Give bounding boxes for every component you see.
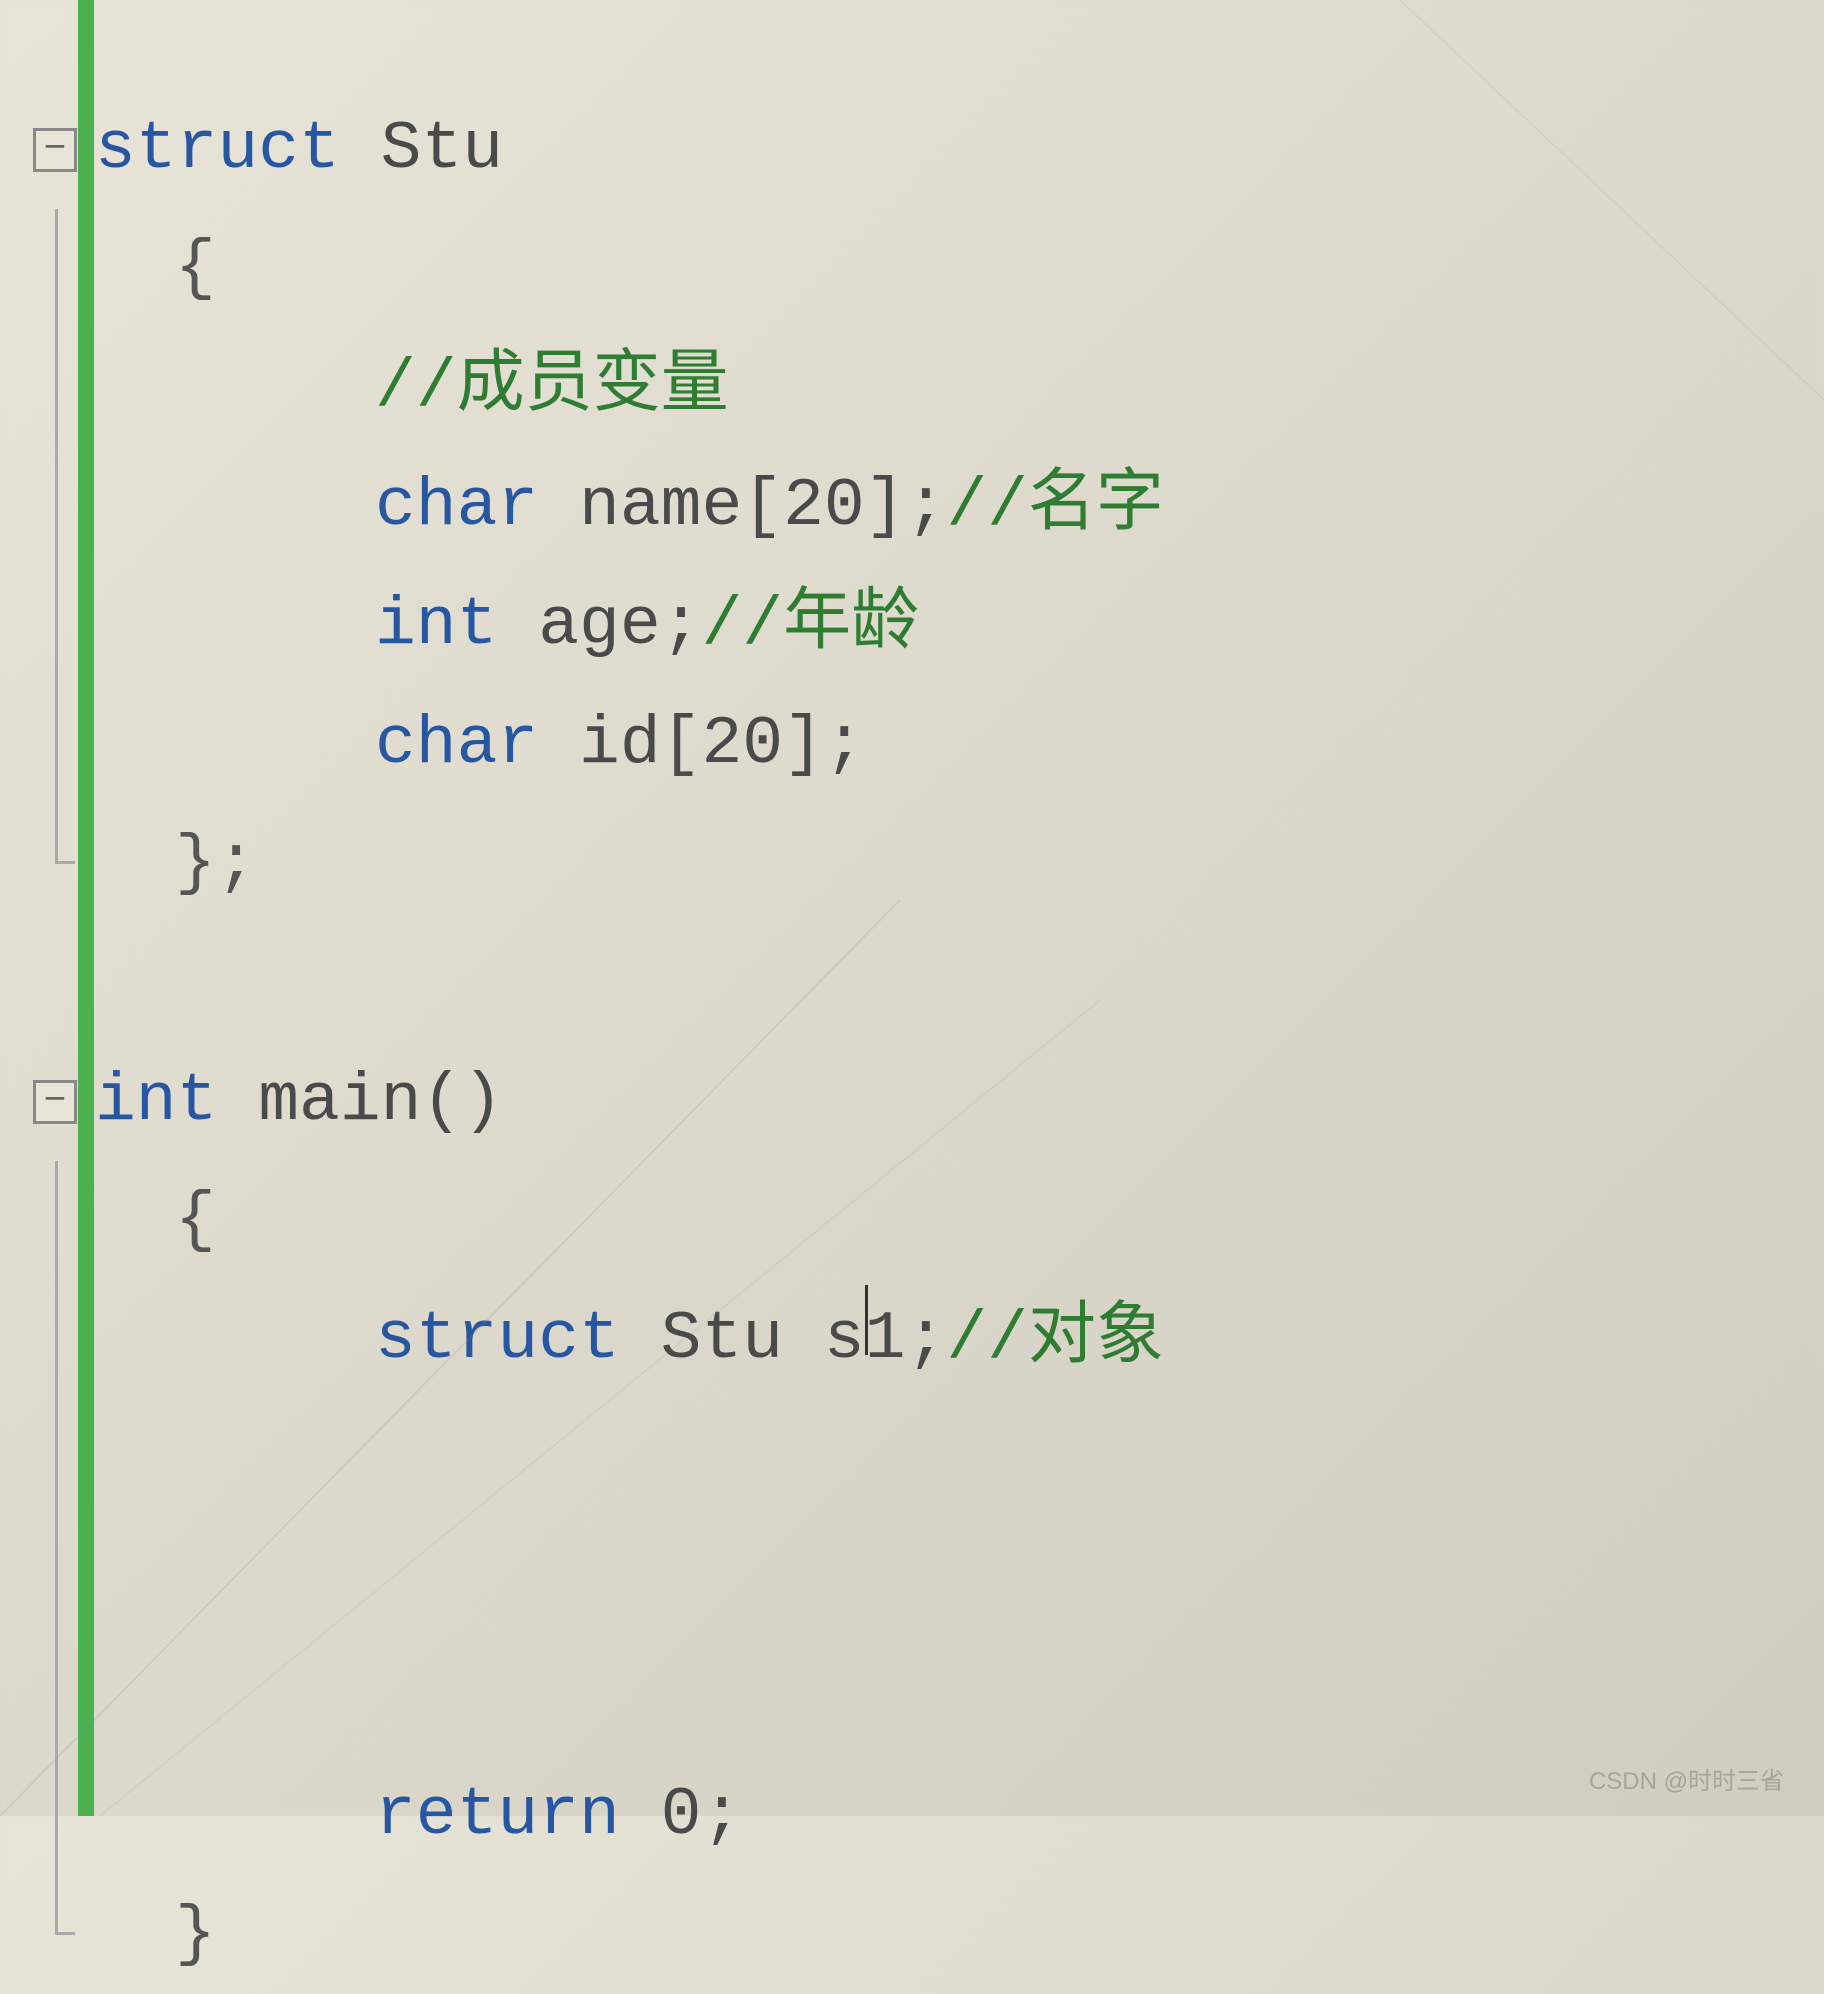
code-line[interactable]: { bbox=[95, 1161, 1824, 1280]
code-line[interactable]: char id[20]; bbox=[95, 685, 1824, 804]
fold-guide bbox=[55, 1399, 58, 1756]
identifier: Stu bbox=[620, 1280, 783, 1399]
keyword-int: int bbox=[95, 1042, 217, 1161]
change-margin bbox=[78, 0, 94, 1816]
code-line[interactable]: int age;//年龄 bbox=[95, 566, 1824, 685]
fold-minus-icon[interactable]: − bbox=[33, 1080, 77, 1124]
code-line[interactable]: }; bbox=[95, 804, 1824, 923]
fold-guide bbox=[55, 1280, 58, 1399]
code-line[interactable]: char name[20];//名字 bbox=[95, 447, 1824, 566]
keyword-int: int bbox=[375, 566, 497, 685]
code-line[interactable]: struct Stu s1;//对象 bbox=[95, 1280, 1824, 1399]
code-editor[interactable]: − struct Stu { //成员变量 char name[20];//名字… bbox=[0, 0, 1824, 1816]
fold-minus-icon[interactable]: − bbox=[33, 128, 77, 172]
comment: //成员变量 bbox=[375, 328, 729, 447]
keyword-struct: struct bbox=[375, 1280, 620, 1399]
fold-guide bbox=[55, 447, 58, 566]
fold-guide bbox=[55, 1161, 58, 1280]
fold-guide bbox=[55, 566, 58, 685]
code-content[interactable]: − struct Stu { //成员变量 char name[20];//名字… bbox=[0, 90, 1824, 1994]
code-line[interactable] bbox=[95, 1399, 1824, 1756]
comment: //对象 bbox=[946, 1280, 1164, 1399]
identifier: id[20]; bbox=[538, 685, 864, 804]
watermark: CSDN @时时三省 bbox=[1589, 1761, 1784, 1796]
code-line[interactable]: { bbox=[95, 209, 1824, 328]
brace: } bbox=[175, 1875, 216, 1994]
code-line[interactable]: } bbox=[95, 1875, 1824, 1994]
fold-guide bbox=[55, 685, 58, 804]
function-name: main() bbox=[217, 1042, 503, 1161]
code-line[interactable]: − struct Stu bbox=[95, 90, 1824, 209]
keyword-char: char bbox=[375, 447, 538, 566]
identifier: name[20]; bbox=[538, 447, 946, 566]
text-cursor bbox=[865, 1285, 868, 1355]
identifier: s1; bbox=[783, 1280, 946, 1399]
identifier: Stu bbox=[340, 90, 503, 209]
fold-guide bbox=[55, 209, 58, 328]
keyword-char: char bbox=[375, 685, 538, 804]
fold-guide bbox=[55, 328, 58, 447]
code-line[interactable] bbox=[95, 923, 1824, 1042]
keyword-struct: struct bbox=[95, 90, 340, 209]
brace: }; bbox=[175, 804, 257, 923]
fold-end-icon bbox=[55, 1932, 75, 1935]
brace: { bbox=[175, 209, 216, 328]
fold-guide bbox=[55, 804, 58, 864]
identifier: age; bbox=[497, 566, 701, 685]
brace: { bbox=[175, 1161, 216, 1280]
comment: //年龄 bbox=[701, 566, 919, 685]
code-line[interactable]: − int main() bbox=[95, 1042, 1824, 1161]
code-line[interactable]: //成员变量 bbox=[95, 328, 1824, 447]
fold-end-icon bbox=[55, 861, 75, 864]
comment: //名字 bbox=[946, 447, 1164, 566]
fold-guide bbox=[55, 1875, 58, 1935]
